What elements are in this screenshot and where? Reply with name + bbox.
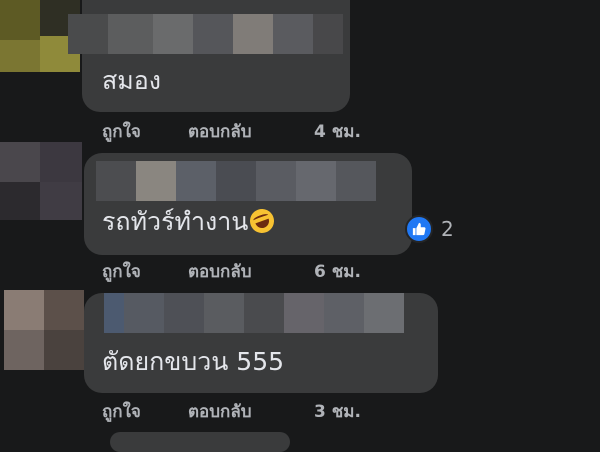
timestamp[interactable]: 3 ชม. xyxy=(314,401,361,423)
reply-link[interactable]: ตอบกลับ xyxy=(188,121,252,143)
comment-text-value: รถทัวร์ทำงาน xyxy=(102,207,249,236)
like-link[interactable]: ถูกใจ xyxy=(102,121,141,143)
thumbs-up-icon xyxy=(405,215,433,243)
comment-bubble: ตัดยกขบวน 555 xyxy=(84,293,438,393)
comment-bubble: สมอง xyxy=(68,0,350,112)
comment-text: ตัดยกขบวน 555 xyxy=(102,347,285,376)
like-link[interactable]: ถูกใจ xyxy=(102,401,141,423)
comment-bubble-partial xyxy=(110,432,290,452)
comment-text: รถทัวร์ทำงาน xyxy=(102,205,278,237)
blurred-author-name[interactable] xyxy=(96,161,376,201)
avatar[interactable] xyxy=(4,290,84,370)
reaction-summary[interactable]: 2 xyxy=(405,215,454,243)
reply-link[interactable]: ตอบกลับ xyxy=(188,401,252,423)
timestamp[interactable]: 6 ชม. xyxy=(314,261,361,283)
avatar[interactable] xyxy=(0,142,82,220)
comment-text: สมอง xyxy=(102,66,161,95)
laughing-emoji-icon xyxy=(246,205,278,237)
like-link[interactable]: ถูกใจ xyxy=(102,261,141,283)
comment-bubble: รถทัวร์ทำงาน xyxy=(84,153,412,255)
reaction-count: 2 xyxy=(441,217,454,241)
reply-link[interactable]: ตอบกลับ xyxy=(188,261,252,283)
blurred-author-name[interactable] xyxy=(104,293,404,333)
timestamp[interactable]: 4 ชม. xyxy=(314,121,361,143)
blurred-author-name[interactable] xyxy=(68,14,343,54)
